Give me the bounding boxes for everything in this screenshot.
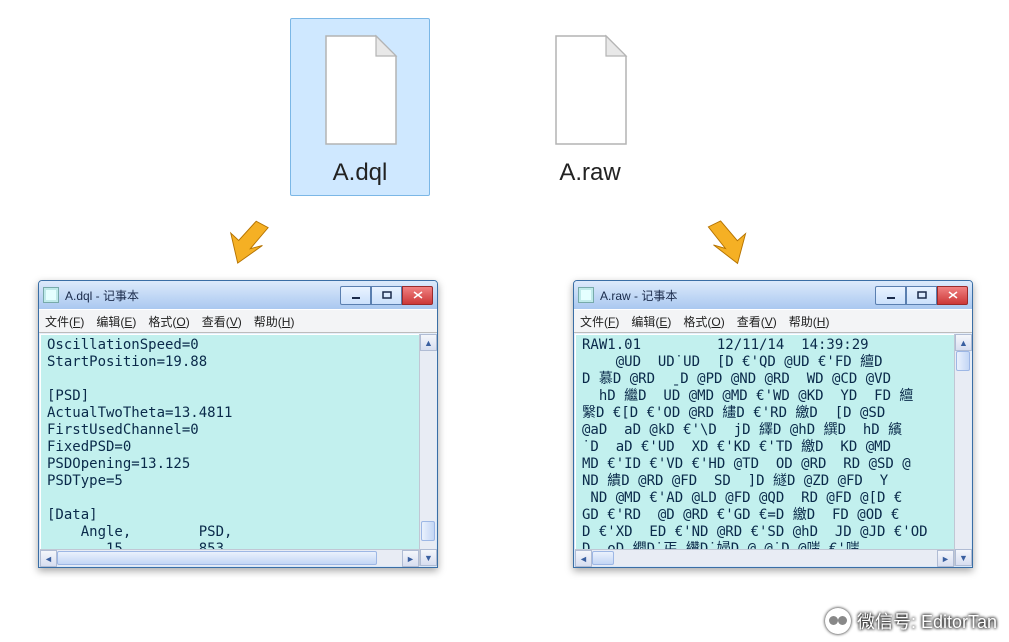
notepad-app-icon (43, 287, 59, 303)
vertical-scrollbar[interactable]: ▲ ▼ (419, 334, 436, 566)
arrow-down-left-icon (213, 209, 279, 275)
generic-file-icon (305, 25, 415, 155)
file-icon-raw[interactable]: A.raw (520, 18, 660, 196)
menu-help[interactable]: 帮助(H) (254, 313, 295, 330)
scroll-thumb[interactable] (57, 551, 377, 565)
scroll-left-icon[interactable]: ◄ (40, 550, 57, 567)
watermark: 微信号: EditorTan (825, 608, 997, 634)
scroll-left-icon[interactable]: ◄ (575, 550, 592, 567)
scroll-right-icon[interactable]: ► (402, 550, 419, 567)
menu-view[interactable]: 查看(V) (737, 313, 777, 330)
text-content[interactable]: OscillationSpeed=0 StartPosition=19.88 [… (40, 334, 436, 564)
file-label-raw: A.raw (559, 159, 620, 187)
notepad-window-dql: A.dql - 记事本 文件(F) 编辑(E) 格式(O) 查看(V) 帮助(H… (38, 280, 438, 568)
close-button[interactable] (937, 286, 968, 305)
horizontal-scrollbar[interactable]: ◄ ► (40, 549, 419, 566)
generic-file-icon (535, 25, 645, 155)
minimize-button[interactable] (875, 286, 906, 305)
menu-format[interactable]: 格式(O) (148, 313, 189, 330)
text-content[interactable]: RAW1.01 12/11/14 14:39:29 @UD UD˙UD [D €… (575, 334, 971, 564)
window-title: A.dql - 记事本 (65, 287, 340, 304)
notepad-window-raw: A.raw - 记事本 文件(F) 编辑(E) 格式(O) 查看(V) 帮助(H… (573, 280, 973, 568)
menu-edit[interactable]: 编辑(E) (96, 313, 136, 330)
menu-help[interactable]: 帮助(H) (789, 313, 830, 330)
vertical-scrollbar[interactable]: ▲ ▼ (954, 334, 971, 566)
scroll-down-icon[interactable]: ▼ (955, 549, 972, 566)
menu-format[interactable]: 格式(O) (683, 313, 724, 330)
menubar: 文件(F) 编辑(E) 格式(O) 查看(V) 帮助(H) (574, 309, 972, 333)
horizontal-scrollbar[interactable]: ◄ ► (575, 549, 954, 566)
scroll-right-icon[interactable]: ► (937, 550, 954, 567)
file-label-dql: A.dql (333, 159, 388, 187)
minimize-button[interactable] (340, 286, 371, 305)
notepad-app-icon (578, 287, 594, 303)
scroll-thumb[interactable] (421, 521, 435, 541)
close-button[interactable] (402, 286, 433, 305)
scroll-down-icon[interactable]: ▼ (420, 549, 437, 566)
maximize-button[interactable] (371, 286, 402, 305)
scroll-up-icon[interactable]: ▲ (955, 334, 972, 351)
menu-edit[interactable]: 编辑(E) (631, 313, 671, 330)
titlebar[interactable]: A.raw - 记事本 (574, 281, 972, 309)
titlebar[interactable]: A.dql - 记事本 (39, 281, 437, 309)
wechat-icon (825, 608, 851, 634)
scroll-thumb[interactable] (592, 551, 614, 565)
menu-view[interactable]: 查看(V) (202, 313, 242, 330)
scroll-up-icon[interactable]: ▲ (420, 334, 437, 351)
arrow-down-right-icon (698, 210, 763, 275)
scroll-thumb[interactable] (956, 351, 970, 371)
maximize-button[interactable] (906, 286, 937, 305)
menu-file[interactable]: 文件(F) (580, 313, 619, 330)
menubar: 文件(F) 编辑(E) 格式(O) 查看(V) 帮助(H) (39, 309, 437, 333)
watermark-text: 微信号: EditorTan (857, 608, 997, 634)
file-icon-dql[interactable]: A.dql (290, 18, 430, 196)
menu-file[interactable]: 文件(F) (45, 313, 84, 330)
window-title: A.raw - 记事本 (600, 287, 875, 304)
